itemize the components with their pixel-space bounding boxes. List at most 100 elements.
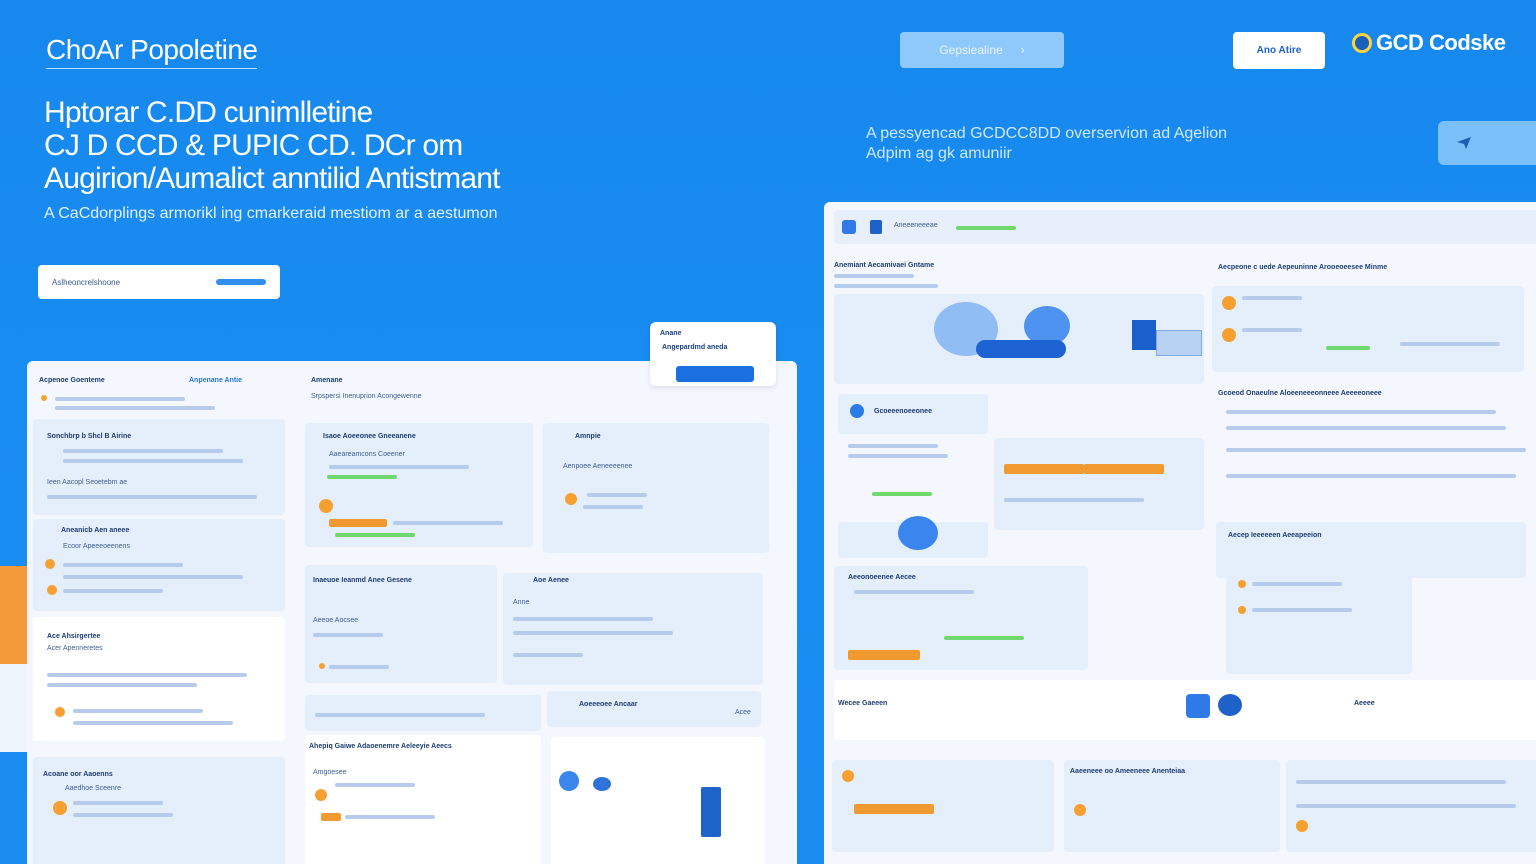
- section-heading: Aecep Ieeeeeen Aeeapeeion: [1228, 532, 1322, 539]
- content-card[interactable]: Wecee Gaeeen Aeeee: [834, 680, 1536, 740]
- illustration-card[interactable]: [551, 737, 765, 864]
- section-heading: Aaeeneee oo Ameeneee Anenteiaa: [1070, 768, 1186, 775]
- hero-input-action[interactable]: [216, 279, 266, 285]
- text-line: [1226, 426, 1506, 430]
- text-line: [583, 505, 643, 509]
- status-dot: [1238, 606, 1246, 614]
- text-line: [63, 575, 243, 579]
- popover-action[interactable]: [676, 366, 754, 382]
- cloud-icon: [559, 771, 579, 791]
- status-dot: [1222, 296, 1236, 310]
- top-search-label: Gepsiealine: [939, 43, 1003, 57]
- right-chip-button[interactable]: [1438, 121, 1536, 165]
- progress-bar-green: [335, 533, 415, 537]
- content-card[interactable]: Aoe Aenee Anne: [503, 573, 763, 685]
- col1-heading: Acpenoe Goenteme: [39, 377, 105, 384]
- content-card[interactable]: [1226, 562, 1412, 674]
- content-card[interactable]: [832, 760, 1054, 852]
- progress-bar-green: [944, 636, 1024, 640]
- text-line: [834, 284, 938, 288]
- brand-logo-text[interactable]: ChoAr Popoletine: [46, 34, 258, 69]
- content-card[interactable]: [1286, 760, 1536, 852]
- hero-input[interactable]: Aslheoncrelshoone: [38, 265, 280, 299]
- top-search-field[interactable]: Gepsiealine ›: [900, 32, 1064, 68]
- progress-bar-orange: [1004, 464, 1084, 474]
- content-card[interactable]: Aeeonoeenee Aecee: [834, 566, 1088, 670]
- status-dot: [41, 395, 47, 401]
- card-sub: Aeeoe Aocsee: [313, 617, 359, 624]
- content-card[interactable]: Amnpie Aenpoee Aeneeeenee: [543, 423, 769, 553]
- status-dot: [1238, 580, 1246, 588]
- list-card[interactable]: Aneanicb Aen aneee Ecoor Apeeeoeenens: [33, 519, 285, 611]
- content-card[interactable]: Inaeuoe Ieanmd Anee Gesene Aeeoe Aocsee: [305, 565, 497, 683]
- text-line: [1004, 498, 1144, 502]
- status-dot: [315, 789, 327, 801]
- cloud-icon: [898, 516, 938, 550]
- status-dot: [842, 770, 854, 782]
- section-heading: Anemiant Aecamivaei Gntame: [834, 262, 935, 269]
- list-item-title: Ace Ahsirgertee: [47, 633, 101, 640]
- content-card[interactable]: [994, 438, 1204, 530]
- progress-bar-orange: [321, 813, 341, 821]
- list-item-title: Aneanicb Aen aneee: [61, 527, 130, 534]
- text-line: [47, 673, 247, 677]
- text-line: [1400, 342, 1500, 346]
- content-card[interactable]: [305, 695, 541, 731]
- list-item-sub: Ecoor Apeeeoeenens: [63, 543, 130, 550]
- progress-bar-green: [872, 492, 932, 496]
- right-intro-text: A pessyencad GCDCC8DD overservion ad Age…: [866, 124, 1286, 164]
- right-dashboard-panel: Aneeeneeeae Anemiant Aecamivaei Gntame A…: [824, 202, 1536, 864]
- status-dot: [1296, 820, 1308, 832]
- content-card[interactable]: Aoeeeoee Ancaar Acee: [547, 691, 761, 727]
- list-item-sub: Ieen Aacopl Seoetebm ae: [47, 479, 128, 486]
- text-line: [587, 493, 647, 497]
- content-card[interactable]: Ahepiq Gaiwe Adaoenemre Aeleeyie Aeecs A…: [305, 735, 541, 864]
- top-action-button[interactable]: Ano Atire: [1233, 32, 1325, 69]
- list-card[interactable]: Sonchbrp b Shcl B Airine Ieen Aacopl Seo…: [33, 419, 285, 515]
- list-card[interactable]: Acoane oor Aaoenns Aaedhoe Sceenre: [33, 757, 285, 864]
- status-dot: [55, 707, 65, 717]
- card-sub: Aenpoee Aeneeeenee: [563, 463, 633, 470]
- text-line: [63, 449, 223, 453]
- text-line: [513, 631, 673, 635]
- card-title: Aoeeeoee Ancaar: [579, 701, 638, 708]
- cloud-icon: [593, 777, 611, 791]
- card-title: Inaeuoe Ieanmd Anee Gesene: [313, 577, 412, 584]
- text-line: [1242, 328, 1302, 332]
- accent-strip-light: [0, 664, 27, 752]
- text-line: [47, 683, 197, 687]
- col1-link[interactable]: Anpenane Antie: [189, 377, 242, 384]
- content-card[interactable]: Aaeeneee oo Ameeneee Anenteiaa: [1064, 760, 1280, 852]
- card-title: Aoe Aenee: [533, 577, 569, 584]
- chat-icon[interactable]: [1186, 694, 1210, 718]
- badge-icon[interactable]: [1218, 694, 1242, 716]
- text-line: [329, 665, 389, 669]
- right-intro-line2: Adpim ag gk amuniir: [866, 145, 1012, 162]
- chevron-icon: ›: [1020, 43, 1025, 57]
- section-heading: Aeeonoeenee Aecee: [848, 574, 916, 581]
- card-sub: Amgoesee: [313, 769, 347, 776]
- text-line: [1252, 582, 1342, 586]
- list-card[interactable]: Ace Ahsirgertee Acer Apenneretes: [33, 617, 285, 741]
- list-item-title: Sonchbrp b Shcl B Airine: [47, 433, 132, 440]
- badge-label: Aeeee: [1354, 700, 1375, 707]
- text-line: [848, 454, 948, 458]
- hero-subtitle: A CaCdorplings armorikl ing cmarkeraid m…: [44, 205, 498, 222]
- grid-icon[interactable]: [842, 220, 856, 234]
- content-card[interactable]: [1212, 286, 1524, 372]
- hero-title-line3: Augirion/Aumalict anntilid Antistmant: [44, 162, 500, 195]
- top-brand[interactable]: GCD Codske: [1352, 30, 1506, 56]
- list-item-sub: Aaedhoe Sceenre: [65, 785, 122, 792]
- text-line: [854, 590, 974, 594]
- chart-icon: [1156, 330, 1202, 356]
- text-line: [393, 521, 503, 525]
- text-line: [313, 633, 383, 637]
- text-line: [345, 815, 435, 819]
- text-line: [329, 465, 469, 469]
- illustration-card[interactable]: [838, 516, 988, 558]
- hero-illustration-card[interactable]: [834, 294, 1204, 384]
- user-icon[interactable]: [870, 220, 882, 234]
- text-line: [73, 801, 163, 805]
- label-card[interactable]: Gcoeeenoeeonee: [838, 394, 988, 434]
- content-card[interactable]: Isaoe Aoeeonee Gneeanene Aaeareamcons Co…: [305, 423, 533, 547]
